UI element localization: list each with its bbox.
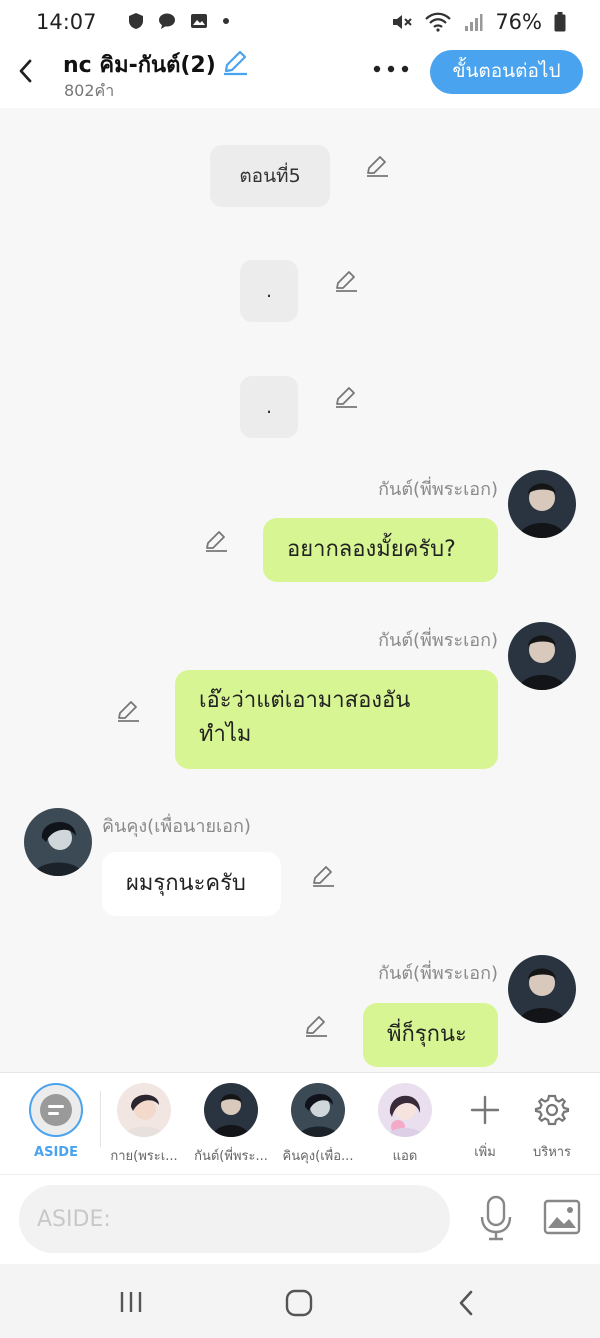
message-input[interactable]	[19, 1185, 450, 1253]
character-avatar	[378, 1083, 432, 1137]
avatar-image	[508, 622, 576, 690]
edit-pencil-icon[interactable]	[203, 527, 229, 553]
signal-icon	[465, 14, 483, 31]
wifi-icon	[425, 12, 452, 32]
status-system-icons: 76%	[391, 10, 566, 34]
cast-character[interactable]: กันต์(พี่พระ...	[188, 1083, 274, 1166]
battery-percent: 76%	[495, 10, 542, 34]
cast-label: ASIDE	[34, 1145, 78, 1160]
next-step-button[interactable]: ขั้นตอนต่อไป	[430, 50, 583, 94]
avatar[interactable]	[24, 808, 92, 876]
recent-apps-icon[interactable]	[118, 1290, 144, 1314]
gallery-icon	[191, 14, 207, 28]
cast-character[interactable]: แอด	[362, 1083, 448, 1166]
sender-name: กันต์(พี่พระเอก)	[378, 630, 498, 651]
back-arrow-icon[interactable]	[14, 56, 38, 86]
plus-icon	[470, 1095, 500, 1125]
status-notification-icons	[128, 12, 230, 30]
character-avatar-image	[117, 1083, 171, 1137]
narration-bubble[interactable]: .	[240, 376, 298, 438]
chat-bubble-right[interactable]: อยากลองมั้ยครับ?	[263, 518, 498, 582]
home-icon[interactable]	[285, 1289, 313, 1317]
edit-pencil-icon[interactable]	[364, 152, 390, 178]
manage-label: บริหาร	[532, 1145, 572, 1160]
aside-circle	[29, 1083, 83, 1137]
narration-text: .	[265, 280, 273, 302]
character-avatar	[291, 1083, 345, 1137]
edit-pencil-icon[interactable]	[310, 862, 336, 888]
battery-icon	[554, 12, 566, 32]
header: nc คิม-กันต์(2) 802คำ ขั้นตอนต่อไป	[0, 44, 600, 108]
narration-bubble[interactable]: .	[240, 260, 298, 322]
avatar[interactable]	[508, 955, 576, 1023]
message-text: พี่ก็รุกนะ	[387, 1022, 467, 1047]
back-nav-icon[interactable]	[455, 1288, 479, 1318]
status-time: 14:07	[36, 10, 97, 34]
character-avatar	[117, 1083, 171, 1137]
cast-label: กาย(พระเ...	[110, 1149, 178, 1164]
sender-name: กันต์(พี่พระเอก)	[378, 479, 498, 500]
chat-bubble-right[interactable]: พี่ก็รุกนะ	[363, 1003, 498, 1067]
aside-bubble-icon	[40, 1094, 72, 1126]
avatar-image	[508, 470, 576, 538]
avatar[interactable]	[508, 622, 576, 690]
sender-name: คินคุง(เพื่อนายเอก)	[102, 816, 251, 837]
message-text: อยากลองมั้ยครับ?	[287, 537, 456, 562]
system-nav-bar	[0, 1264, 600, 1338]
cast-character[interactable]: กาย(พระเ...	[101, 1083, 187, 1166]
manage-button[interactable]: บริหาร	[509, 1083, 595, 1162]
cast-label: กันต์(พี่พระ...	[194, 1149, 268, 1164]
edit-pencil-icon[interactable]	[303, 1012, 329, 1038]
message-text: ผมรุกนะครับ	[126, 871, 246, 896]
message-text-line: ทำไม	[199, 722, 252, 747]
character-bar: ASIDE กาย(พระเ... กันต์(พี่พระ... คินคุง…	[0, 1072, 600, 1174]
avatar[interactable]	[508, 470, 576, 538]
more-dots-icon[interactable]	[372, 60, 410, 78]
message-text-line: เอ๊ะว่าแต่เอามาสองอัน	[199, 688, 411, 713]
chat-icon	[159, 13, 175, 29]
sender-name: กันต์(พี่พระเอก)	[378, 963, 498, 984]
dot-icon	[223, 18, 229, 24]
chat-bubble-right[interactable]: เอ๊ะว่าแต่เอามาสองอัน ทำไม	[175, 670, 498, 769]
edit-pencil-icon[interactable]	[333, 383, 359, 409]
settings-gear-icon	[534, 1094, 570, 1126]
edit-pencil-icon[interactable]	[115, 697, 141, 723]
cast-label: คินคุง(เพื่อ...	[282, 1149, 354, 1164]
character-avatar-image	[378, 1083, 432, 1137]
character-avatar-image	[291, 1083, 345, 1137]
narration-text: .	[265, 396, 273, 418]
chapter-label: ตอนที่5	[239, 165, 301, 187]
edit-title-pencil-icon[interactable]	[221, 48, 249, 76]
avatar-image	[508, 955, 576, 1023]
cast-label: แอด	[392, 1149, 418, 1164]
avatar-image	[24, 808, 92, 876]
composer	[0, 1174, 600, 1264]
word-count: 802คำ	[64, 81, 115, 100]
character-avatar-image	[204, 1083, 258, 1137]
cast-aside[interactable]: ASIDE	[13, 1083, 99, 1160]
edit-pencil-icon[interactable]	[333, 267, 359, 293]
story-title: nc คิม-กันต์(2)	[63, 53, 216, 78]
image-icon[interactable]	[543, 1199, 581, 1235]
chat-bubble-left[interactable]: ผมรุกนะครับ	[102, 852, 281, 916]
chapter-bubble[interactable]: ตอนที่5	[210, 145, 330, 207]
status-bar: 14:07 76%	[0, 0, 600, 44]
mic-icon[interactable]	[478, 1195, 514, 1241]
chat-area[interactable]: ตอนที่5 . . กันต์(พี่พระเอก) อยากลองมั้ย…	[0, 108, 600, 1072]
mute-icon	[393, 15, 413, 29]
cast-character[interactable]: คินคุง(เพื่อ...	[275, 1083, 361, 1166]
character-avatar	[204, 1083, 258, 1137]
shield-icon	[129, 13, 143, 29]
